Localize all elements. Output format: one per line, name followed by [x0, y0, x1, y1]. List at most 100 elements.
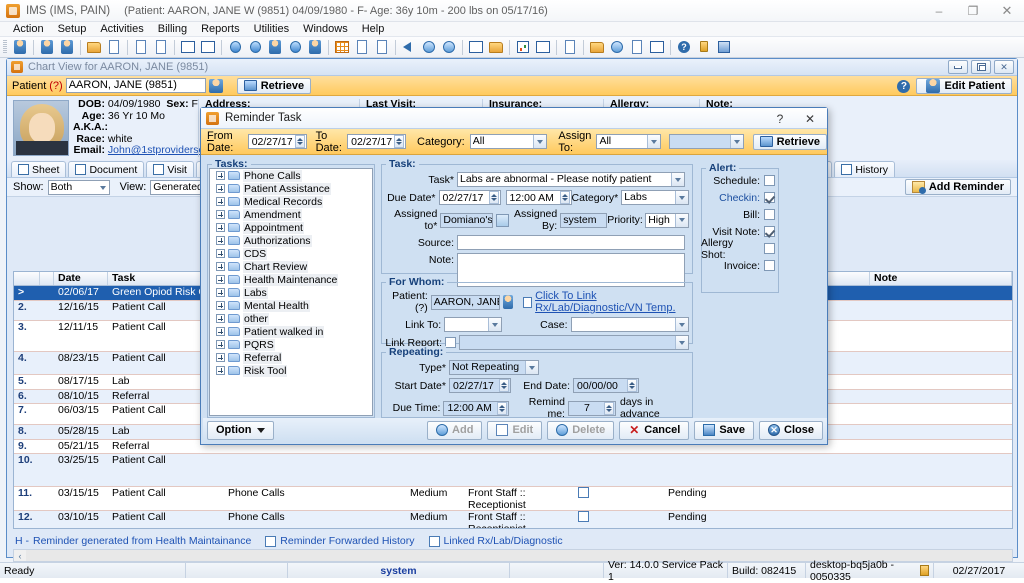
priority-dropdown[interactable]: High	[645, 212, 690, 228]
link-template-link[interactable]: Click To Link Rx/Lab/Diagnostic/VN Temp.	[535, 290, 689, 314]
patient-edit-icon[interactable]	[58, 38, 76, 56]
tree-node[interactable]: Authorizations	[210, 234, 372, 247]
tree-node[interactable]: CDS	[210, 247, 372, 260]
payment-icon[interactable]	[226, 38, 244, 56]
chevron-down-icon[interactable]	[675, 191, 688, 204]
tab-sheet[interactable]: Sheet	[11, 161, 67, 177]
alert-allergy-shot-checkbox[interactable]	[764, 243, 775, 254]
expand-icon[interactable]	[216, 353, 225, 362]
insurance-icon[interactable]	[286, 38, 304, 56]
tree-node[interactable]: Medical Records	[210, 195, 372, 208]
expand-icon[interactable]	[216, 327, 225, 336]
menu-setup[interactable]: Setup	[51, 22, 94, 37]
chevron-down-icon[interactable]	[525, 361, 538, 374]
back-icon[interactable]	[400, 38, 418, 56]
grid-header-num[interactable]	[14, 272, 40, 285]
menu-utilities[interactable]: Utilities	[247, 22, 296, 37]
source-input[interactable]	[457, 235, 685, 250]
expand-icon[interactable]	[216, 249, 225, 258]
schedule-icon[interactable]	[467, 38, 485, 56]
case-dropdown[interactable]	[570, 317, 690, 332]
tree-node[interactable]: Health Maintenance	[210, 273, 372, 286]
grid-icon[interactable]	[333, 38, 351, 56]
grid-header-note[interactable]: Note	[870, 272, 1012, 285]
patient-help-mark[interactable]: (?)	[49, 80, 62, 92]
open-folder-icon[interactable]	[85, 38, 103, 56]
chevron-down-icon[interactable]	[675, 336, 688, 349]
scroll-left-arrow[interactable]: ‹	[14, 550, 26, 561]
tree-node[interactable]: other	[210, 312, 372, 325]
table-row[interactable]: 11. 03/15/15 Patient Call Phone Calls Me…	[14, 487, 1012, 511]
grid-header-flag[interactable]	[40, 272, 54, 285]
expand-icon[interactable]	[216, 223, 225, 232]
from-date-spinner[interactable]	[294, 135, 305, 148]
row-link-icon[interactable]	[574, 487, 664, 510]
repeat-type-dropdown[interactable]: Not Repeating	[449, 360, 539, 375]
expand-icon[interactable]	[216, 340, 225, 349]
chart-restore-button[interactable]	[971, 60, 991, 74]
task-input[interactable]: Labs are abnormal - Please notify patien…	[457, 172, 685, 187]
dialog-retrieve-button[interactable]: Retrieve	[752, 133, 827, 150]
add-reminder-button[interactable]: Add Reminder	[904, 179, 1011, 195]
exchange-icon[interactable]	[608, 38, 626, 56]
due-date-spinner[interactable]	[488, 191, 499, 204]
chevron-down-icon[interactable]	[487, 318, 501, 331]
copy-icon[interactable]	[199, 38, 217, 56]
link-report-checkbox[interactable]	[445, 337, 456, 348]
edit-patient-button[interactable]: Edit Patient	[916, 78, 1012, 94]
tree-node[interactable]: Patient walked in	[210, 325, 372, 338]
assign-to-extra-dropdown[interactable]	[669, 134, 744, 149]
archive-icon[interactable]	[648, 38, 666, 56]
scan-icon[interactable]	[588, 38, 606, 56]
chevron-down-icon[interactable]	[729, 135, 743, 148]
chevron-down-icon[interactable]	[675, 318, 689, 331]
table-row[interactable]: 12. 03/10/15 Patient Call Phone Calls Me…	[14, 511, 1012, 528]
email-value[interactable]: John@1stprovidersc	[108, 144, 204, 156]
tree-node[interactable]: Phone Calls	[210, 169, 372, 182]
sync-icon[interactable]	[440, 38, 458, 56]
to-date-input[interactable]: 02/27/17	[347, 134, 407, 149]
chevron-down-icon[interactable]	[671, 173, 684, 186]
refresh-icon[interactable]	[420, 38, 438, 56]
dialog-patient-input[interactable]: AARON, JANE (9851)	[430, 294, 500, 310]
dialog-close-button[interactable]: ✕	[795, 112, 825, 126]
show-dropdown[interactable]: Both	[47, 179, 110, 195]
expand-icon[interactable]	[216, 262, 225, 271]
edit-note-icon[interactable]	[105, 38, 123, 56]
alert-checkin-checkbox[interactable]	[764, 192, 775, 203]
save-button[interactable]: Save	[694, 420, 755, 440]
alert-invoice-checkbox[interactable]	[764, 260, 775, 271]
remind-me-spinner[interactable]	[603, 401, 614, 415]
category-filter-dropdown[interactable]: All	[469, 134, 548, 149]
delete-button[interactable]: Delete	[547, 420, 615, 440]
help-icon[interactable]: ?	[675, 38, 693, 56]
alert-bill-checkbox[interactable]	[764, 209, 775, 220]
book-icon[interactable]	[561, 38, 579, 56]
link-report-dropdown[interactable]	[459, 335, 689, 350]
tree-node[interactable]: Amendment	[210, 208, 372, 221]
due-time-input[interactable]: 12:00 AM	[505, 190, 572, 205]
tasks-tree[interactable]: Phone Calls Patient Assistance Medical R…	[209, 168, 373, 416]
patient-icon[interactable]	[11, 38, 29, 56]
patient-picker-icon[interactable]	[502, 295, 514, 309]
expand-icon[interactable]	[216, 275, 225, 284]
eligibility-icon[interactable]	[306, 38, 324, 56]
contact-card-icon[interactable]	[534, 38, 552, 56]
repeat-due-time-spinner[interactable]	[497, 401, 508, 415]
expand-icon[interactable]	[216, 314, 225, 323]
tree-node[interactable]: Risk Tool	[210, 364, 372, 377]
alert-visit-note-checkbox[interactable]	[764, 226, 775, 237]
billing-icon[interactable]	[246, 38, 264, 56]
exit-icon[interactable]	[715, 38, 733, 56]
to-date-spinner[interactable]	[394, 135, 405, 148]
start-date-input[interactable]: 02/27/17	[449, 378, 511, 393]
tab-visit[interactable]: Visit	[146, 161, 194, 177]
dialog-help-button[interactable]: ?	[765, 112, 795, 126]
tree-node[interactable]: Patient Assistance	[210, 182, 372, 195]
tree-node[interactable]: Mental Health	[210, 299, 372, 312]
calendar-icon[interactable]	[179, 38, 197, 56]
lock-icon[interactable]	[695, 38, 713, 56]
document-search-icon[interactable]	[132, 38, 150, 56]
patient-input[interactable]: AARON, JANE (9851)	[65, 78, 206, 93]
expand-icon[interactable]	[216, 288, 225, 297]
